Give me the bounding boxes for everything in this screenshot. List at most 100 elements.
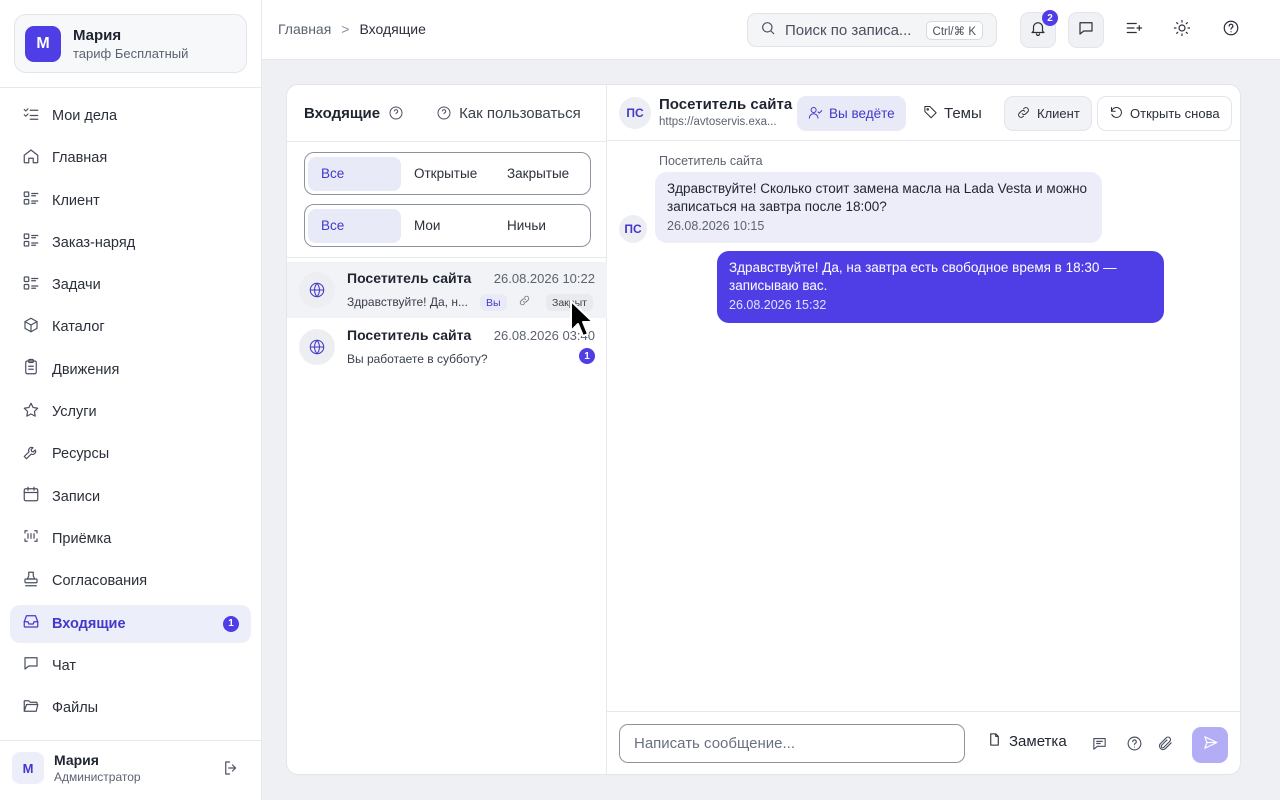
status-badge: Закрыт	[546, 294, 593, 311]
message-text: Здравствуйте! Да, на завтра есть свободн…	[729, 260, 1117, 293]
help-button[interactable]	[1126, 735, 1144, 753]
filter-mine[interactable]: Мои	[401, 209, 494, 243]
breadcrumb: Главная > Входящие	[278, 21, 426, 37]
user-check-icon	[808, 105, 829, 123]
templates-button[interactable]	[1091, 735, 1109, 753]
sidebar-item-chat[interactable]: Чат	[10, 647, 251, 685]
sidebar-item-tasks[interactable]: Задачи	[10, 266, 251, 304]
conversation-preview: Здравствуйте! Да, н...	[347, 295, 468, 309]
list-icon	[22, 274, 40, 297]
sidebar-item-approvals[interactable]: Согласования	[10, 562, 251, 600]
conversation-item[interactable]: Посетитель сайта 26.08.2026 10:22 Здравс…	[287, 262, 607, 318]
attach-button[interactable]	[1157, 735, 1175, 753]
theme-toggle-button[interactable]	[1164, 12, 1200, 48]
logout-button[interactable]	[222, 759, 244, 781]
sidebar-item-files[interactable]: Файлы	[10, 689, 251, 727]
how-to-use-link[interactable]: Как пользоваться	[428, 105, 581, 122]
search-input[interactable]: Поиск по записа... Ctrl/⌘ K	[747, 13, 997, 47]
sidebar-item-appointments[interactable]: Записи	[10, 478, 251, 516]
chat-icon	[22, 654, 40, 677]
wrench-icon	[22, 443, 40, 466]
incoming-message: Здравствуйте! Сколько стоит замена масла…	[655, 172, 1102, 243]
user-profile[interactable]: М Мария Администратор	[12, 752, 141, 784]
workspace-plan: тариф Бесплатный	[73, 45, 189, 61]
filter-closed[interactable]: Закрытые	[494, 157, 587, 191]
sidebar-item-label: Заказ-наряд	[52, 234, 136, 251]
filter-unassigned[interactable]: Ничьи	[494, 209, 587, 243]
sidebar-item-inbox[interactable]: Входящие 1	[10, 604, 251, 643]
sidebar-item-services[interactable]: Услуги	[10, 393, 251, 431]
list-add-icon	[1125, 19, 1143, 42]
sidebar-item-label: Записи	[52, 488, 101, 505]
conversation-name: Посетитель сайта	[347, 270, 472, 286]
filter-open[interactable]: Открытые	[401, 157, 494, 191]
filter-owner-all[interactable]: Все	[308, 208, 401, 243]
sidebar-item-label: Файлы	[52, 700, 99, 717]
conversation-view: ПС Посетитель сайта https://avtoservis.e…	[607, 85, 1240, 774]
sidebar-item-catalog[interactable]: Каталог	[10, 308, 251, 346]
conversation-item[interactable]: Посетитель сайта 26.08.2026 03:40 Вы раб…	[287, 319, 607, 375]
sidebar-item-label: Мои дела	[52, 108, 118, 124]
notifications-button[interactable]: 2	[1020, 10, 1058, 48]
sidebar-item-work-order[interactable]: Заказ-наряд	[10, 224, 251, 262]
tag-icon	[923, 104, 944, 123]
divider	[287, 257, 607, 258]
user-name: Мария	[54, 752, 99, 768]
avatar: ПС	[619, 215, 647, 243]
outgoing-message: Здравствуйте! Да, на завтра есть свободн…	[717, 251, 1164, 323]
topbar: Главная > Входящие Поиск по записа... Ct…	[262, 0, 1280, 60]
help-icon[interactable]	[388, 105, 404, 121]
stamp-icon	[22, 570, 40, 593]
home-icon	[22, 147, 40, 170]
sidebar-item-label: Входящие	[52, 615, 126, 632]
breadcrumb-separator: >	[341, 21, 350, 37]
reopen-button[interactable]: Открыть снова	[1097, 96, 1232, 131]
sidebar-item-intake[interactable]: Приёмка	[10, 520, 251, 558]
workspace-switcher[interactable]: М Мария тариф Бесплатный	[14, 14, 247, 73]
sidebar-item-label: Задачи	[52, 277, 101, 294]
conversation-time: 26.08.2026 03:40	[493, 328, 595, 343]
breadcrumb-home-link[interactable]: Главная	[278, 21, 331, 37]
reopen-label: Открыть снова	[1130, 106, 1220, 121]
assignee-button[interactable]: Вы ведёте	[797, 96, 906, 131]
scan-icon	[22, 527, 40, 550]
topics-button[interactable]: Темы	[912, 96, 993, 131]
help-icon	[1126, 736, 1143, 756]
unread-count-badge: 1	[579, 348, 595, 364]
note-label: Заметка	[1009, 733, 1067, 750]
search-icon	[760, 20, 776, 41]
star-icon	[22, 401, 40, 424]
conversation-header: ПС Посетитель сайта https://avtoservis.e…	[607, 85, 1240, 141]
conversation-preview: Вы работаете в субботу?	[347, 352, 488, 366]
client-button[interactable]: Клиент	[1004, 96, 1092, 131]
sidebar-item-client[interactable]: Клиент	[10, 182, 251, 220]
filter-all[interactable]: Все	[308, 156, 401, 191]
sidebar-item-movements[interactable]: Движения	[10, 351, 251, 389]
chat-bubble-icon	[1077, 19, 1095, 42]
send-icon	[1202, 734, 1219, 756]
link-icon	[518, 294, 532, 308]
rotate-ccw-icon	[1109, 105, 1130, 123]
message-sender: Посетитель сайта	[659, 154, 763, 168]
sidebar-item-home[interactable]: Главная	[10, 139, 251, 177]
note-button[interactable]: Заметка	[987, 732, 1067, 751]
link-icon	[1016, 105, 1037, 123]
divider	[287, 141, 607, 142]
sidebar-item-label: Приёмка	[52, 530, 112, 547]
message-thread: Посетитель сайта Здравствуйте! Сколько с…	[607, 141, 1240, 711]
conversation-time: 26.08.2026 10:22	[493, 271, 595, 286]
unread-badge: 1	[223, 615, 239, 632]
breadcrumb-current: Входящие	[359, 21, 426, 37]
quick-add-button[interactable]	[1116, 12, 1152, 48]
send-button[interactable]	[1192, 727, 1228, 763]
user-role: Администратор	[54, 770, 141, 784]
sidebar-item-resources[interactable]: Ресурсы	[10, 435, 251, 473]
conversation-list-column: Входящие Как пользоваться Все Открытые З…	[287, 85, 607, 774]
messages-button[interactable]	[1068, 12, 1104, 48]
sidebar-item-label: Главная	[52, 150, 108, 167]
sidebar-item-my-tasks[interactable]: Мои дела	[10, 97, 251, 135]
shortcut-hint: Ctrl/⌘ K	[925, 21, 983, 40]
message-input[interactable]	[619, 724, 965, 763]
help-button[interactable]	[1213, 12, 1249, 48]
message-time: 26.08.2026 10:15	[667, 219, 765, 233]
